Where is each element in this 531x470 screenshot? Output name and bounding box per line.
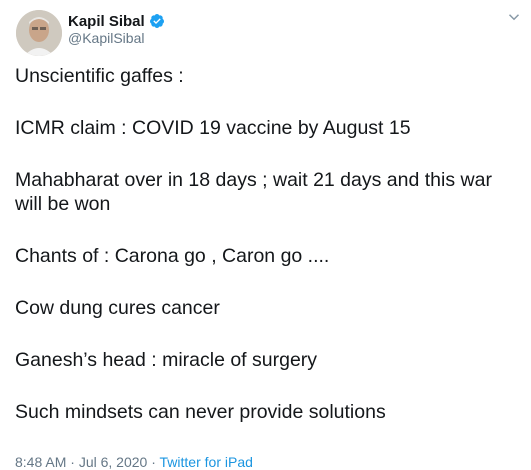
- tweet-card: Kapil Sibal @KapilSibal Unscientific gaf…: [0, 0, 531, 470]
- author-name-row[interactable]: Kapil Sibal: [68, 11, 165, 31]
- meta-separator: ·: [70, 454, 75, 470]
- tweet-date[interactable]: Jul 6, 2020: [79, 454, 148, 470]
- tweet-source-link[interactable]: Twitter for iPad: [160, 454, 253, 470]
- meta-separator: ·: [151, 454, 156, 470]
- tweet-meta: 8:48 AM · Jul 6, 2020 · Twitter for iPad: [15, 454, 253, 470]
- tweet-line: Chants of : Carona go , Caron go ....: [15, 245, 330, 267]
- tweet-time[interactable]: 8:48 AM: [15, 454, 66, 470]
- tweet-line: Cow dung cures cancer: [15, 297, 220, 319]
- avatar[interactable]: [16, 10, 62, 56]
- author-handle[interactable]: @KapilSibal: [68, 30, 144, 46]
- display-name[interactable]: Kapil Sibal: [68, 13, 145, 30]
- verified-badge-icon: [149, 13, 165, 29]
- tweet-line: Such mindsets can never provide solution…: [15, 401, 386, 423]
- tweet-line: Ganesh’s head : miracle of surgery: [15, 349, 318, 371]
- tweet-line: Mahabharat over in 18 days ; wait 21 day…: [15, 169, 498, 215]
- chevron-down-icon[interactable]: [505, 8, 523, 26]
- tweet-line: ICMR claim : COVID 19 vaccine by August …: [15, 117, 411, 139]
- tweet-line: Unscientific gaffes :: [15, 65, 184, 87]
- tweet-text: Unscientific gaffes : ICMR claim : COVID…: [15, 64, 515, 424]
